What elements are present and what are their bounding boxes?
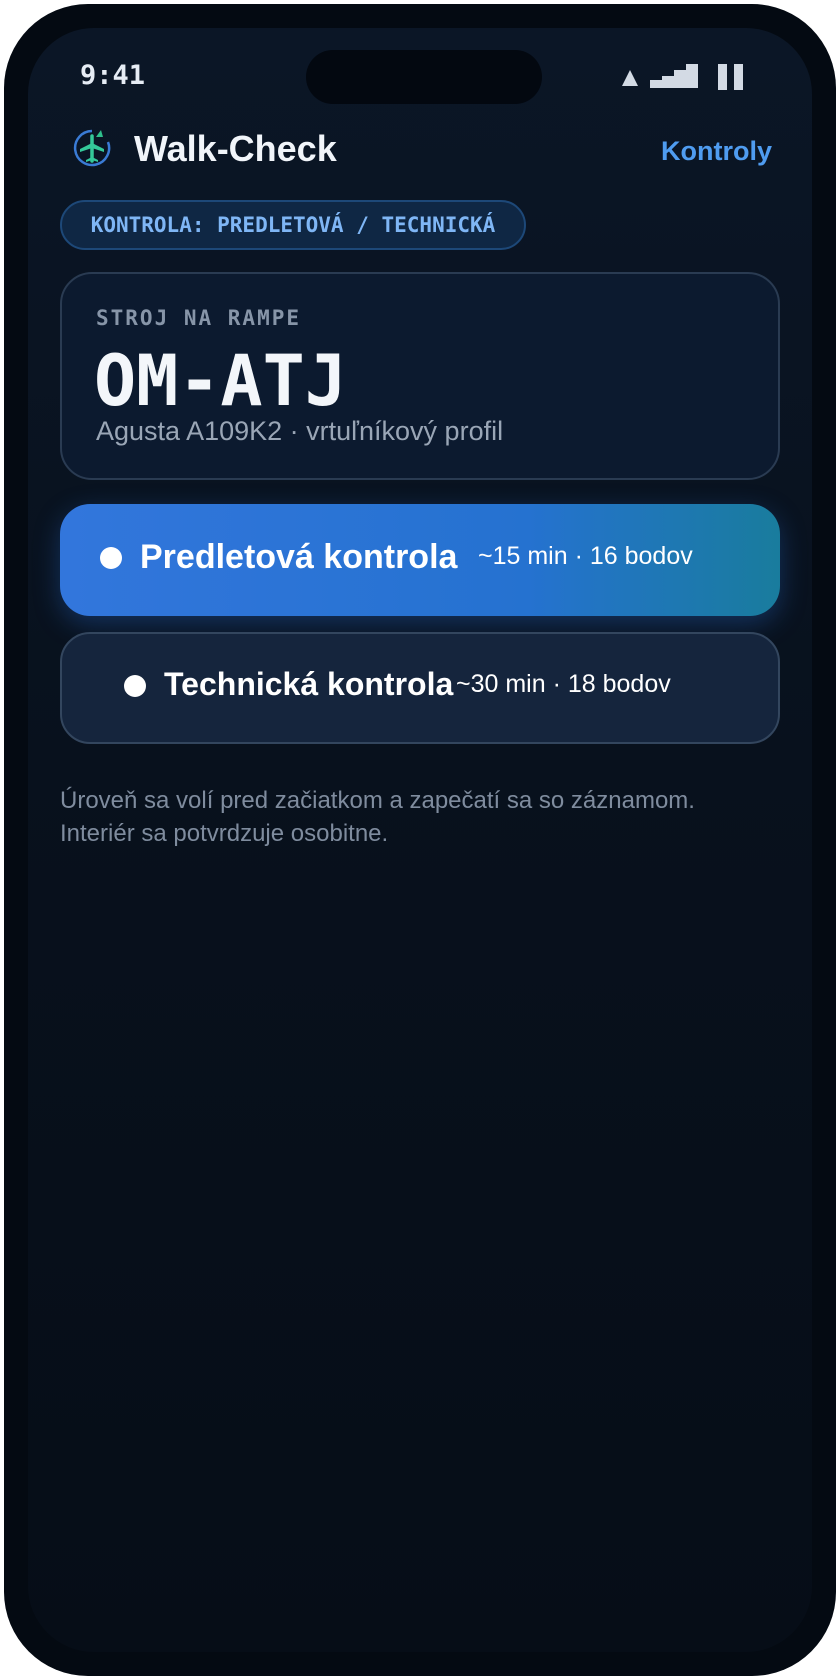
plane-in-circle-icon bbox=[72, 128, 112, 168]
option-meta: ~15 min · 16 bodov bbox=[478, 542, 693, 570]
wifi-icon bbox=[622, 70, 638, 86]
kontroly-link[interactable]: Kontroly bbox=[661, 136, 772, 167]
selection-dot bbox=[124, 675, 146, 697]
preflight-check-button[interactable]: Predletová kontrola ~15 min · 16 bodov bbox=[60, 504, 780, 616]
option-meta: ~30 min · 18 bodov bbox=[456, 670, 671, 698]
aircraft-card-label: STROJ NA RAMPE bbox=[96, 306, 302, 330]
option-name: Predletová kontrola bbox=[140, 538, 458, 576]
aircraft-card: STROJ NA RAMPE OM-ATJ Agusta A109K2 · vr… bbox=[60, 272, 780, 480]
footnote-line-2: Interiér sa potvrdzuje osobitne. bbox=[60, 820, 389, 847]
footnote: Úroveň sa volí pred začiatkom a zapečatí… bbox=[60, 784, 780, 850]
option-name: Technická kontrola bbox=[164, 666, 454, 702]
app-screen: 9:41 Walk-Check Kontroly KONTROLA: PREDL… bbox=[28, 28, 812, 1652]
dynamic-island bbox=[306, 50, 542, 104]
phone-frame: 9:41 Walk-Check Kontroly KONTROLA: PREDL… bbox=[4, 4, 836, 1676]
aircraft-type: Agusta A109K2 · vrtuľníkový profil bbox=[96, 416, 504, 446]
selection-dot bbox=[100, 547, 122, 569]
battery-icon bbox=[718, 64, 744, 90]
aircraft-registration: OM-ATJ bbox=[94, 340, 347, 422]
technical-check-button[interactable]: Technická kontrola ~30 min · 18 bodov bbox=[60, 632, 780, 744]
status-time: 9:41 bbox=[80, 60, 146, 91]
footnote-line-1: Úroveň sa volí pred začiatkom a zapečatí… bbox=[60, 787, 695, 814]
signal-icon bbox=[650, 64, 700, 88]
inspection-type-chip: KONTROLA: PREDLETOVÁ / TECHNICKÁ bbox=[60, 200, 526, 250]
app-title: Walk-Check bbox=[134, 128, 337, 169]
